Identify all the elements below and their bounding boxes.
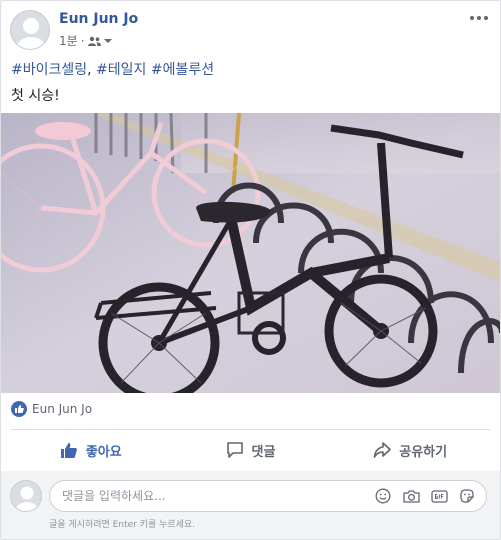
author-avatar[interactable] — [10, 10, 50, 50]
share-button[interactable]: 공유하기 — [330, 441, 490, 460]
comment-label: 댓글 — [251, 444, 276, 460]
sticker-icon[interactable] — [458, 487, 476, 505]
gif-icon[interactable] — [430, 487, 448, 505]
reaction-names[interactable]: Eun Jun Jo — [32, 402, 92, 416]
comment-button[interactable]: 댓글 — [171, 441, 331, 460]
hashtag-link[interactable]: #바이크셀링 — [11, 62, 87, 78]
post-card: Eun Jun Jo 1분 · #바이크셀링, #테일지 #에볼루션 첫 시승!… — [0, 0, 501, 540]
bicycle-photo — [1, 113, 500, 393]
reaction-summary[interactable]: Eun Jun Jo — [11, 401, 92, 417]
like-label: 좋아요 — [85, 444, 122, 460]
commenter-avatar[interactable] — [10, 480, 42, 512]
post-hashtags: #바이크셀링, #테일지 #에볼루션 — [11, 59, 214, 79]
comment-section: 글을 게시하려면 Enter 키를 누르세요. — [1, 471, 500, 539]
more-options-icon[interactable] — [468, 9, 490, 27]
friends-icon[interactable] — [87, 36, 101, 46]
like-button[interactable]: 좋아요 — [11, 441, 171, 460]
comment-hint: 글을 게시하려면 Enter 키를 누르세요. — [49, 520, 196, 530]
action-bar: 좋아요 댓글 공유하기 — [11, 433, 490, 467]
post-meta: 1분 · — [59, 32, 112, 49]
default-profile-icon — [16, 18, 46, 49]
divider — [11, 429, 490, 430]
comment-tools — [374, 487, 476, 505]
hashtag-link[interactable]: #에볼루션 — [151, 62, 214, 78]
comment-box — [49, 480, 487, 512]
hashtag-separator: , — [87, 62, 97, 78]
post-caption: 첫 시승! — [11, 88, 60, 104]
audience-dropdown-icon[interactable] — [103, 38, 112, 44]
camera-icon[interactable] — [402, 487, 420, 505]
hashtag-link[interactable]: #테일지 — [96, 62, 146, 78]
thumbs-up-icon — [60, 443, 77, 458]
share-label: 공유하기 — [399, 444, 448, 460]
author-name[interactable]: Eun Jun Jo — [59, 11, 138, 27]
meta-separator: · — [80, 33, 85, 48]
share-arrow-icon — [373, 442, 392, 458]
comment-input[interactable] — [62, 481, 362, 511]
smiley-icon[interactable] — [374, 487, 392, 505]
like-reaction-icon — [11, 401, 27, 417]
speech-bubble-icon — [226, 442, 243, 458]
post-header: Eun Jun Jo 1분 · — [1, 1, 500, 57]
default-profile-icon — [15, 486, 39, 511]
post-photo[interactable] — [1, 113, 500, 393]
post-timestamp[interactable]: 1분 — [59, 32, 78, 49]
